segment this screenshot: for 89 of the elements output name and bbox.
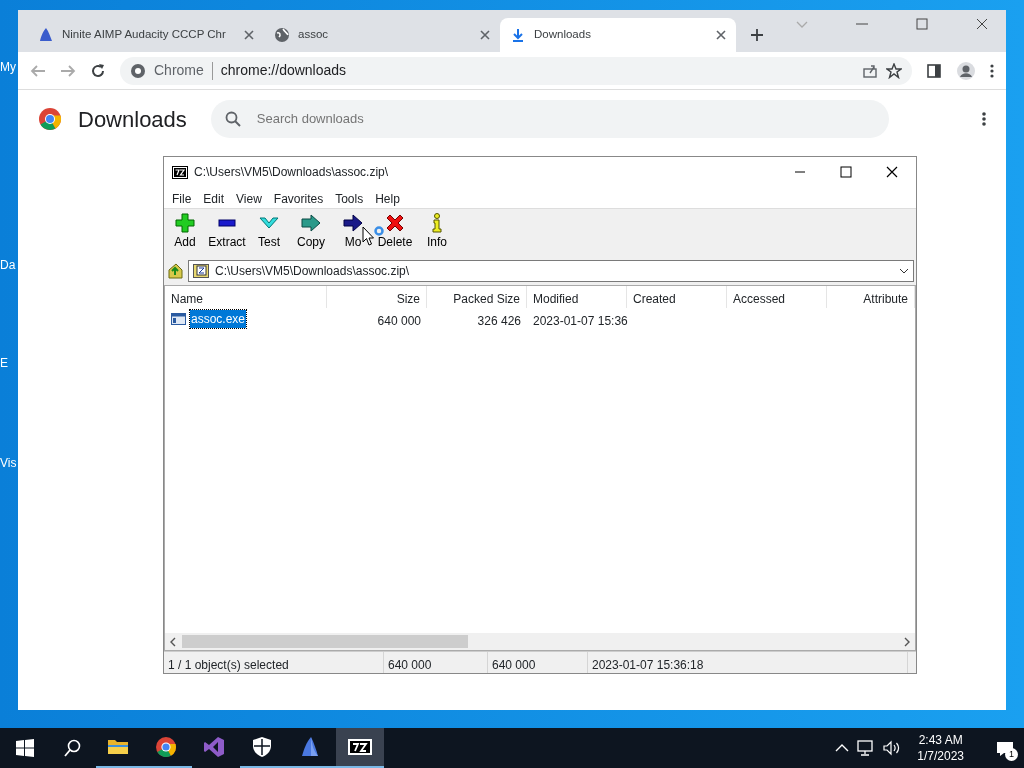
column-header[interactable]: Modified bbox=[527, 286, 627, 308]
column-header[interactable]: Accessed bbox=[727, 286, 827, 308]
clock-date[interactable]: 1/7/2023 bbox=[917, 748, 964, 765]
chevron-up-icon[interactable] bbox=[835, 743, 850, 753]
scroll-left-icon[interactable] bbox=[169, 636, 176, 647]
menu-icon[interactable] bbox=[990, 62, 994, 79]
menu-item[interactable]: View bbox=[230, 187, 268, 208]
browser-tab[interactable]: Downloads bbox=[500, 18, 736, 52]
column-header[interactable]: Packed Size bbox=[427, 286, 527, 308]
column-header[interactable]: Name bbox=[165, 286, 327, 308]
search-field[interactable]: Search downloads bbox=[210, 100, 889, 138]
menu-item[interactable]: Tools bbox=[329, 187, 370, 208]
file-icon bbox=[171, 313, 186, 325]
menu-item[interactable]: File bbox=[166, 187, 198, 208]
desktop-icon-label[interactable]: Da bbox=[0, 256, 16, 274]
column-header[interactable]: Size bbox=[327, 286, 427, 308]
column-header[interactable]: Attribute bbox=[827, 286, 915, 308]
plus-icon bbox=[175, 213, 195, 233]
profile-icon[interactable] bbox=[956, 60, 976, 81]
volume-icon[interactable] bbox=[883, 740, 902, 756]
file-name[interactable]: assoc.exe bbox=[190, 310, 247, 328]
path-field[interactable]: C:\Users\VM5\Downloads\assoc.zip\ bbox=[188, 260, 914, 282]
arrow-right-icon bbox=[301, 213, 321, 233]
dropdown-caret-icon[interactable] bbox=[899, 267, 909, 275]
side-panel-icon[interactable] bbox=[926, 62, 942, 79]
notification-button[interactable]: 1 bbox=[996, 739, 1014, 757]
share-icon[interactable] bbox=[862, 62, 878, 79]
taskbar-app[interactable] bbox=[336, 728, 384, 768]
toolbar-button[interactable]: Delete bbox=[374, 211, 416, 257]
tab-title: assoc bbox=[298, 27, 329, 43]
status-text: 640 000 bbox=[384, 652, 488, 673]
reload-icon[interactable] bbox=[90, 62, 106, 79]
table-cell-text: 640 000 bbox=[376, 313, 422, 330]
url-text: chrome://downloads bbox=[220, 61, 347, 80]
desktop-icon-label[interactable]: My bbox=[0, 58, 16, 76]
arrow-right-icon bbox=[343, 213, 363, 233]
address-bar[interactable]: Chrome chrome://downloads bbox=[120, 56, 912, 85]
search-icon[interactable] bbox=[64, 739, 82, 757]
menu-item[interactable]: Favorites bbox=[267, 187, 330, 208]
table-cell-text: 326 426 bbox=[476, 313, 522, 330]
new-tab-icon[interactable] bbox=[750, 28, 764, 42]
desktop-icon-label[interactable]: Vis bbox=[0, 454, 17, 472]
close-icon[interactable] bbox=[716, 30, 726, 40]
search-icon bbox=[224, 111, 241, 127]
page-title: Downloads bbox=[78, 105, 187, 134]
table-cell-text: 2023-01-07 15:36 bbox=[532, 313, 627, 330]
tab-title: Ninite AIMP Audacity CCCP Chr bbox=[62, 27, 226, 43]
network-icon[interactable] bbox=[857, 740, 876, 756]
folder-up-icon[interactable] bbox=[166, 262, 184, 280]
path-text: C:\Users\VM5\Downloads\assoc.zip\ bbox=[215, 263, 410, 280]
clock-time[interactable]: 2:43 AM bbox=[917, 731, 964, 748]
toolbar-button[interactable]: Mo bbox=[332, 211, 374, 257]
cross-icon bbox=[385, 213, 405, 233]
status-text: 640 000 bbox=[488, 652, 588, 673]
notification-count: 1 bbox=[1005, 748, 1018, 761]
site-label: Chrome bbox=[154, 61, 204, 80]
toolbar-button[interactable]: Info bbox=[416, 211, 458, 257]
desktop-icon-label[interactable]: E bbox=[0, 354, 8, 372]
zip-icon bbox=[193, 264, 209, 278]
browser-tab[interactable]: assoc bbox=[264, 18, 500, 52]
column-header[interactable]: Created bbox=[627, 286, 727, 308]
tab-title: Downloads bbox=[534, 27, 591, 43]
search-input[interactable]: Search downloads bbox=[254, 108, 875, 130]
close-icon[interactable] bbox=[886, 166, 898, 178]
status-text: 1 / 1 object(s) selected bbox=[164, 652, 384, 673]
toolbar-button[interactable]: Copy bbox=[290, 211, 332, 257]
horizontal-scrollbar[interactable] bbox=[165, 633, 915, 650]
browser-tab[interactable]: Ninite AIMP Audacity CCCP Chr bbox=[28, 18, 264, 52]
start-icon[interactable] bbox=[16, 739, 34, 757]
more-icon[interactable] bbox=[982, 111, 986, 127]
toolbar-button[interactable]: Test bbox=[248, 211, 290, 257]
menu-item[interactable]: Edit bbox=[197, 187, 231, 208]
globe-icon bbox=[274, 27, 290, 43]
close-icon[interactable] bbox=[976, 18, 988, 30]
sail-icon bbox=[38, 27, 54, 43]
window-title: C:\Users\VM5\Downloads\assoc.zip\ bbox=[194, 164, 389, 181]
toolbar-button[interactable]: Extract bbox=[206, 211, 248, 257]
scroll-right-icon[interactable] bbox=[904, 636, 911, 647]
chrome-logo-icon bbox=[38, 107, 62, 131]
bookmark-star-icon[interactable] bbox=[886, 62, 902, 79]
download-icon bbox=[510, 27, 526, 43]
archive-app-icon bbox=[172, 165, 188, 179]
menu-item[interactable]: Help bbox=[369, 187, 406, 208]
scrollbar-thumb[interactable] bbox=[182, 635, 468, 648]
maximize-icon[interactable] bbox=[840, 166, 852, 178]
archive-app-icon bbox=[347, 736, 373, 758]
status-text: 2023-01-07 15:36:18 bbox=[588, 652, 908, 673]
chrome-icon bbox=[130, 62, 146, 79]
toolbar-button[interactable]: Add bbox=[164, 211, 206, 257]
